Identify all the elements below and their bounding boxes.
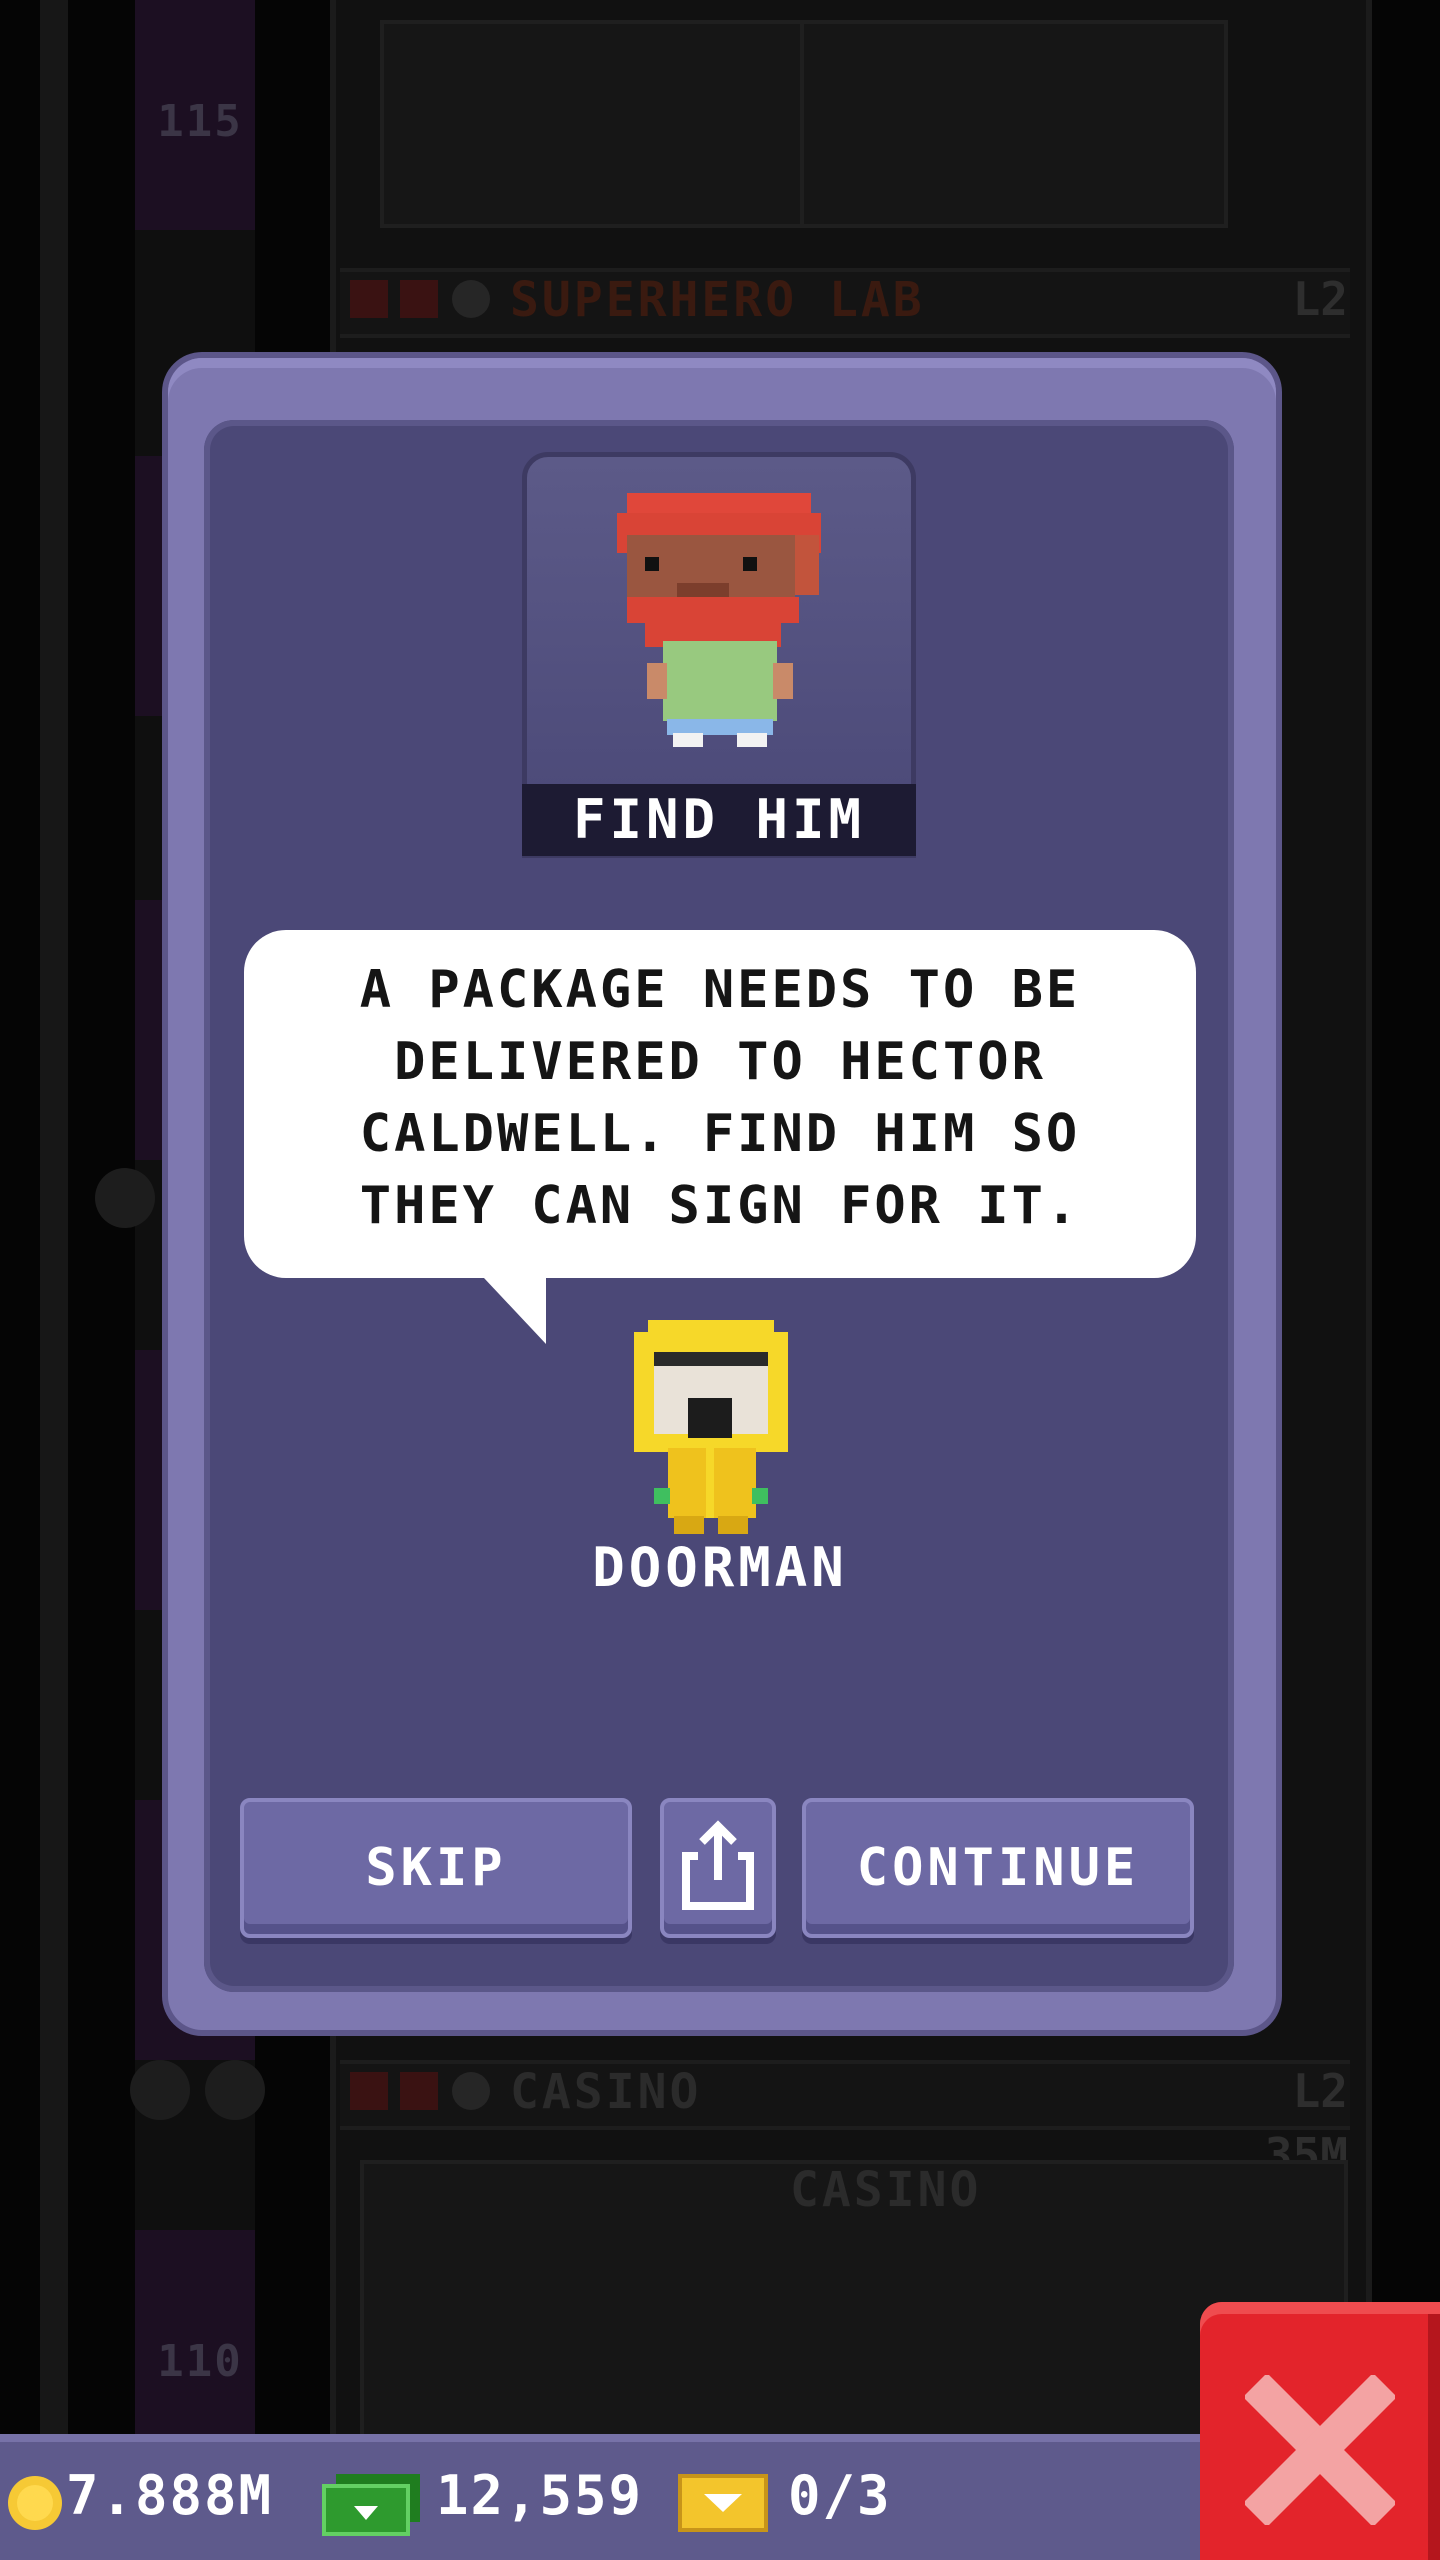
close-icon [1242,2372,1398,2527]
casino-sign: CASINO [790,2162,982,2218]
doorman-sprite [634,1320,788,1534]
floor-marker [135,2230,255,2440]
tickets-count: 0/3 [788,2464,892,2527]
dialogue-text: A PACKAGE NEEDS TO BE DELIVERED TO HECTO… [359,960,1081,1236]
floor-header [340,2060,1350,2130]
x-icon [400,2072,438,2110]
elevator-shaft [40,0,68,2440]
room [380,20,828,228]
x-icon [350,280,388,318]
floor-number: 110 [157,2336,243,2387]
quest-title: FIND HIM [522,784,916,856]
x-icon [350,2072,388,2110]
floor-level: L2 [1292,272,1348,326]
close-button[interactable] [1200,2302,1440,2560]
coin-icon [8,2476,62,2530]
floor-number: 115 [157,96,243,147]
bux-icon [322,2474,420,2536]
bearded-man-sprite [617,493,821,747]
room [800,20,1228,228]
coins-count: 7.888M [66,2464,274,2527]
floor-level: L2 [1292,2064,1348,2118]
star-icon [205,2060,265,2120]
continue-button[interactable]: CONTINUE [802,1798,1194,1938]
clock-icon [452,2072,490,2110]
share-icon [682,1820,754,1910]
skip-button[interactable]: SKIP [240,1798,632,1938]
floor-name: SUPERHERO LAB [510,272,925,328]
star-icon [95,1168,155,1228]
floor-name: CASINO [510,2064,702,2120]
share-button[interactable] [660,1798,776,1938]
star-icon [130,2060,190,2120]
bux-count: 12,559 [436,2464,644,2527]
speaker-name: DOORMAN [592,1536,848,1599]
x-icon [400,280,438,318]
ticket-icon [678,2474,768,2532]
clock-icon [452,280,490,318]
